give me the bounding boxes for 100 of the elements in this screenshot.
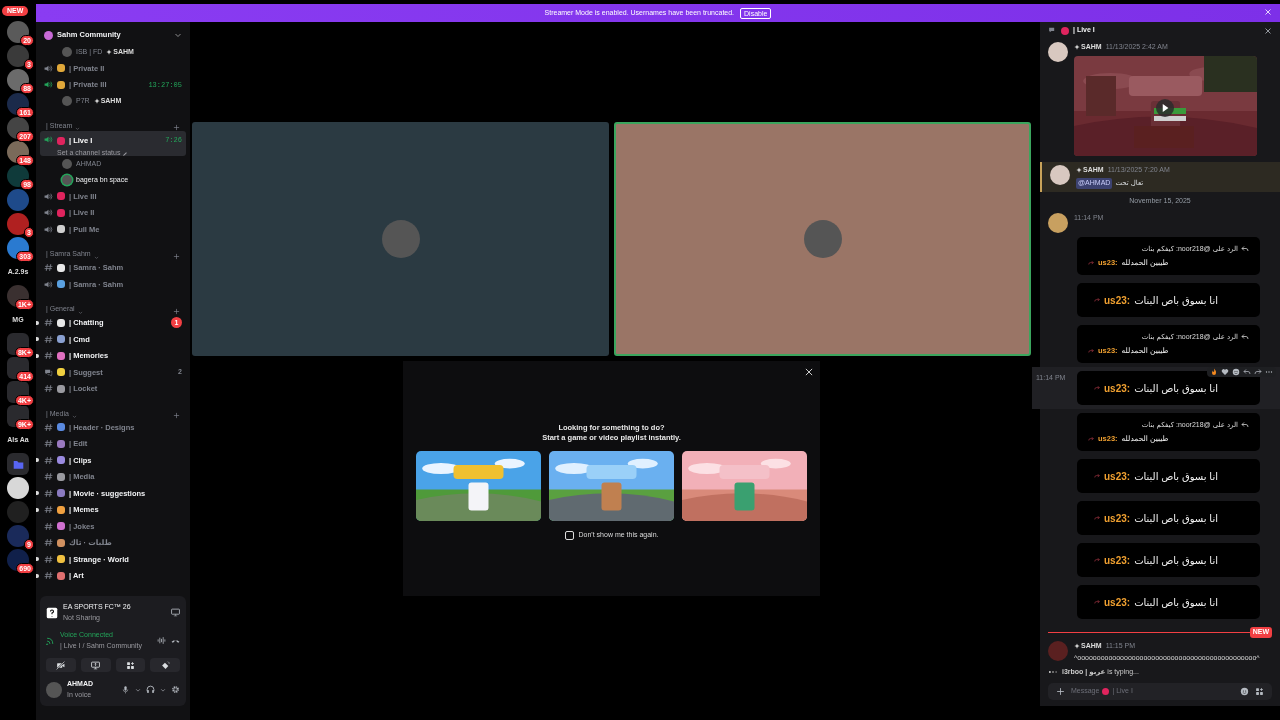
checkbox[interactable]: [564, 530, 574, 540]
arrow-icon: [1094, 599, 1100, 605]
activities-button[interactable]: [115, 658, 146, 672]
close-icon[interactable]: [804, 367, 814, 377]
reply-icon: [1241, 420, 1249, 429]
hash-icon: [44, 488, 53, 498]
sender-name: us23:: [1104, 469, 1131, 484]
signal-icon: [46, 636, 55, 645]
sender-name: us23:: [1104, 293, 1131, 308]
sender-name: us23:: [1104, 381, 1131, 396]
noise-icon[interactable]: [157, 636, 166, 645]
headset-icon[interactable]: [146, 685, 155, 694]
stream-icon[interactable]: [171, 608, 180, 617]
close-icon[interactable]: [1264, 26, 1272, 35]
game-icon: [46, 606, 58, 619]
server-icon[interactable]: [7, 165, 29, 187]
hash-icon: [44, 439, 53, 449]
soundboard-button[interactable]: [150, 658, 180, 672]
server-icon: [44, 30, 53, 40]
hash-icon: [44, 505, 53, 515]
hash-icon: [44, 472, 53, 482]
add-icon[interactable]: [1056, 687, 1065, 696]
hash-icon: [44, 334, 53, 344]
server-icon[interactable]: [7, 477, 29, 499]
avatar[interactable]: [1050, 164, 1070, 185]
add-icon[interactable]: [173, 252, 180, 260]
server-icon[interactable]: [7, 549, 29, 571]
activities-icon: [125, 660, 135, 670]
star-icon: [1076, 166, 1082, 173]
hash-icon: [44, 554, 53, 564]
heart-icon[interactable]: [1221, 368, 1229, 376]
avatar[interactable]: [1048, 213, 1068, 233]
fire-icon[interactable]: [1210, 368, 1218, 376]
avatar: [803, 220, 842, 258]
sticker-text: انا بسوق باص البنات: [1134, 595, 1218, 610]
screen-share-button[interactable]: [80, 658, 111, 672]
settings-icon[interactable]: [171, 685, 180, 694]
pencil-icon: [122, 150, 129, 157]
sticker-text: انا بسوق باص البنات: [1134, 511, 1218, 526]
arrow-icon: [1094, 473, 1100, 479]
star-icon: [93, 98, 100, 104]
server-icon[interactable]: [7, 237, 29, 259]
hash-icon: [44, 351, 53, 361]
chevron-icon: [75, 126, 81, 131]
hash-icon: [44, 318, 53, 328]
camera-off-button[interactable]: [46, 658, 76, 672]
hash-icon: [44, 422, 53, 432]
screen-share-icon: [91, 660, 101, 670]
sticker-text: انا بسوق باص البنات: [1134, 553, 1218, 568]
live-dot-icon: [1061, 26, 1069, 35]
sender-name: us23:: [1104, 595, 1131, 610]
add-icon[interactable]: [173, 412, 180, 419]
emoji-icon[interactable]: [1240, 687, 1249, 696]
video-tile[interactable]: [192, 122, 609, 356]
thread-icon: [1048, 26, 1057, 35]
arrow-icon: [1094, 515, 1100, 521]
arrow-icon: [1088, 259, 1094, 266]
server-icon[interactable]: [7, 525, 29, 547]
avatar: [381, 220, 420, 258]
forum-icon: [44, 367, 53, 377]
sticker-text: انا بسوق باص البنات: [1134, 293, 1218, 308]
arrow-icon: [1088, 347, 1094, 354]
chevron-icon: [93, 254, 99, 260]
more-icon[interactable]: [1265, 368, 1273, 376]
hash-icon: [44, 538, 53, 548]
reply-icon: [1241, 332, 1249, 341]
chevron-icon: [77, 309, 83, 315]
add-icon[interactable]: [173, 124, 180, 131]
sender-name: us23:: [1104, 511, 1131, 526]
reply-icon: [1241, 244, 1249, 253]
server-icon[interactable]: [7, 21, 29, 43]
hash-icon: [44, 455, 53, 465]
camera-off-icon: [56, 660, 66, 670]
emoji-icon[interactable]: [1232, 368, 1240, 376]
arrow-icon: [1094, 297, 1100, 303]
arrow-icon: [1094, 385, 1100, 391]
star-icon: [106, 49, 113, 55]
sender-name: us23:: [1104, 553, 1131, 568]
chevron-icon[interactable]: [135, 686, 141, 693]
apps-icon[interactable]: [1255, 687, 1264, 696]
arrow-icon: [1088, 435, 1094, 442]
sticker-text: انا بسوق باص البنات: [1134, 469, 1218, 484]
avatar[interactable]: [1048, 42, 1068, 62]
hash-icon: [44, 521, 53, 531]
server-icon[interactable]: [7, 69, 29, 91]
forward-icon[interactable]: [1254, 368, 1262, 376]
sticker-text: انا بسوق باص البنات: [1134, 381, 1218, 396]
hash-icon: [44, 571, 53, 581]
add-icon[interactable]: [173, 307, 180, 315]
chevron-icon: [71, 414, 77, 419]
arrow-icon: [1094, 557, 1100, 563]
hash-icon: [44, 263, 53, 273]
star-icon: [1074, 44, 1080, 51]
chevron-icon[interactable]: [160, 686, 166, 693]
play-button[interactable]: [1156, 98, 1174, 117]
mic-icon[interactable]: [121, 685, 130, 694]
hash-icon: [44, 384, 53, 394]
reply-icon[interactable]: [1243, 368, 1251, 376]
video-tile[interactable]: [614, 122, 1031, 356]
star-icon: [1074, 642, 1080, 649]
